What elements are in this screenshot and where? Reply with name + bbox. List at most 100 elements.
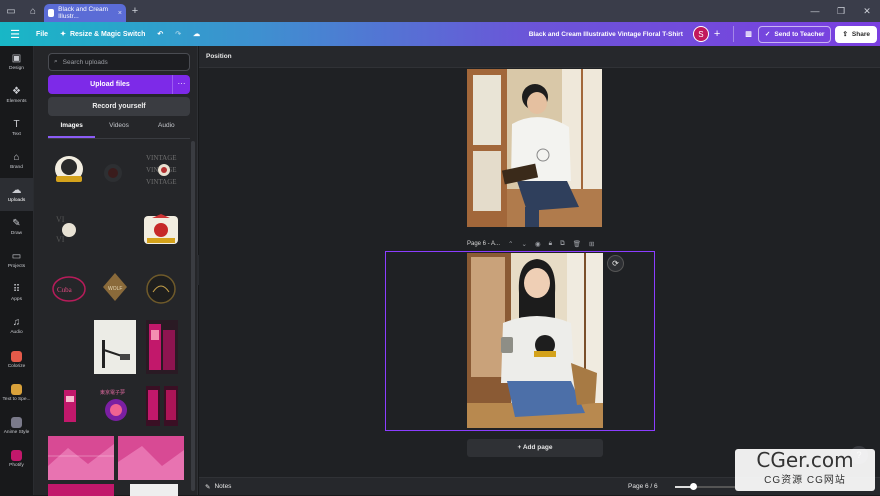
page-5-canvas[interactable] [467,69,602,227]
rail-item-label: Text to Spe... [2,396,31,402]
upload-thumbnail[interactable] [144,272,178,306]
rail-item-photify[interactable]: Photify [0,442,33,475]
tab-list-icon[interactable]: ▭ [0,0,22,22]
upload-thumbnail[interactable] [118,436,184,480]
undo-icon: ↶ [157,31,164,38]
upload-thumbnail[interactable] [52,152,86,190]
cloud-icon: ☁ [193,31,201,38]
rail-item-label: Anime Style [3,429,30,435]
design-icon: ▣ [11,53,22,64]
upload-thumbnail[interactable] [142,212,180,248]
page-toolbar: Page 6 - A... ⌃ ⌄ ◉ 🔒︎ ⧉ 🗑︎ ⊞ [467,240,594,248]
move-up-icon[interactable]: ⌃ [508,240,513,248]
rail-item-label: Colorize [7,363,26,369]
search-input[interactable]: ⌕ Search uploads [48,53,190,71]
zoom-slider-handle[interactable] [689,483,697,490]
file-menu-button[interactable]: File [30,31,54,38]
upload-thumbnail[interactable] [130,484,178,496]
resize-magic-switch-button[interactable]: ✦ Resize & Magic Switch [54,30,151,39]
rail-item-audio[interactable]: ♫ Audio [0,310,33,343]
upload-thumbnail[interactable]: 東京電子夢 [98,386,134,426]
tab-videos[interactable]: Videos [95,122,142,138]
notes-label: Notes [214,483,232,490]
tab-images[interactable]: Images [48,122,96,138]
rail-item-apps[interactable]: ⠿ Apps [0,277,33,310]
upload-thumbnail[interactable] [146,320,178,374]
svg-text:VI: VI [56,215,65,224]
hide-page-icon[interactable]: ◉ [535,240,541,248]
header-divider [733,26,735,42]
svg-text:VINTAGE: VINTAGE [146,154,177,162]
text-icon: T [13,119,20,130]
upload-files-button[interactable]: Upload files ··· [48,75,190,94]
more-options-icon[interactable]: ··· [172,75,190,94]
move-down-icon[interactable]: ⌄ [521,240,526,248]
design-title[interactable]: Black and Cream Illustrative Vintage Flo… [529,31,683,38]
rail-item-colorize[interactable]: Colorize [0,343,33,376]
redo-button[interactable]: ↷ [169,30,187,38]
upload-thumbnail[interactable] [48,436,114,480]
page-title[interactable]: Page 6 - A... [467,241,500,247]
undo-button[interactable]: ↶ [151,30,169,38]
hamburger-menu-icon[interactable]: ☰ [0,28,30,41]
refresh-icon[interactable]: ⟳ [607,255,624,272]
bar-chart-icon: ▥ [745,31,752,38]
tabs-underline [48,138,190,139]
upload-thumbnail[interactable]: VI VI [52,212,86,248]
add-page-button[interactable]: + Add page [467,439,603,457]
new-tab-button[interactable]: + [126,5,144,17]
panel-scrollbar[interactable] [191,141,195,491]
uploads-icon: ☁ [11,185,22,196]
photify-app-icon [11,449,22,461]
rail-item-projects[interactable]: ▭ Projects [0,244,33,277]
rail-item-label: Draw [10,231,23,236]
rail-item-elements[interactable]: ❖ Elements [0,79,33,112]
add-collaborator-icon[interactable]: + [714,28,720,40]
upload-thumbnail[interactable] [48,484,114,496]
notes-icon: ✎ [205,484,211,491]
delete-page-icon[interactable]: 🗑︎ [573,240,581,248]
upload-thumbnail[interactable] [94,320,136,374]
browser-tab[interactable]: Black and Cream Illustr... × [44,4,126,22]
svg-text:VI: VI [56,235,65,244]
anime-style-app-icon [11,416,22,428]
maximize-icon[interactable]: ❐ [828,6,854,17]
upload-files-label: Upload files [90,81,130,88]
home-icon[interactable]: ⌂ [22,0,44,22]
page-count[interactable]: Page 6 / 6 [628,483,658,490]
upload-thumbnail[interactable] [52,386,86,426]
record-yourself-button[interactable]: Record yourself [48,97,190,116]
zoom-slider[interactable] [675,483,735,490]
draw-icon: ✎ [12,218,21,229]
upload-thumbnail[interactable] [144,384,180,428]
close-window-icon[interactable]: ✕ [854,6,880,17]
upload-thumbnail[interactable]: Cuba [50,272,88,306]
watermark-line-2: CG资源 CG网站 [764,475,846,486]
position-button[interactable]: Position [206,53,232,60]
notes-button[interactable]: ✎ Notes [205,483,231,491]
rail-item-design[interactable]: ▣ Design [0,46,33,79]
tab-close-icon[interactable]: × [118,10,122,17]
rail-item-brand[interactable]: ⌂ Brand [0,145,33,178]
svg-text:WOLF: WOLF [108,286,122,292]
rail-item-text[interactable]: T Text [0,112,33,145]
lock-icon[interactable]: 🔒︎ [549,240,552,248]
upload-thumbnail[interactable]: VINTAGEVINTAGEVINTAGE [144,150,180,190]
page-selection-outline [385,251,655,431]
rail-item-text-to-spe[interactable]: Text to Spe... [0,376,33,409]
avatar[interactable]: S [692,26,709,42]
share-button[interactable]: ⇪ Share [835,25,877,43]
upload-thumbnail[interactable] [100,158,126,188]
rail-item-uploads[interactable]: ☁ Uploads [0,178,33,211]
add-page-icon[interactable]: ⊞ [589,240,594,248]
rail-item-draw[interactable]: ✎ Draw [0,211,33,244]
send-to-teacher-button[interactable]: ✓ Send to Teacher [757,25,832,43]
tab-audio[interactable]: Audio [143,122,190,138]
duplicate-page-icon[interactable]: ⧉ [560,240,565,248]
insights-button[interactable]: ▥ [739,30,758,38]
cloud-save-button[interactable]: ☁ [187,30,206,38]
uploads-panel: ⌕ Search uploads Upload files ··· Record… [34,46,198,496]
rail-item-anime-style[interactable]: Anime Style [0,409,33,442]
upload-thumbnail[interactable]: WOLF [100,270,130,304]
minimize-icon[interactable]: — [802,6,828,17]
